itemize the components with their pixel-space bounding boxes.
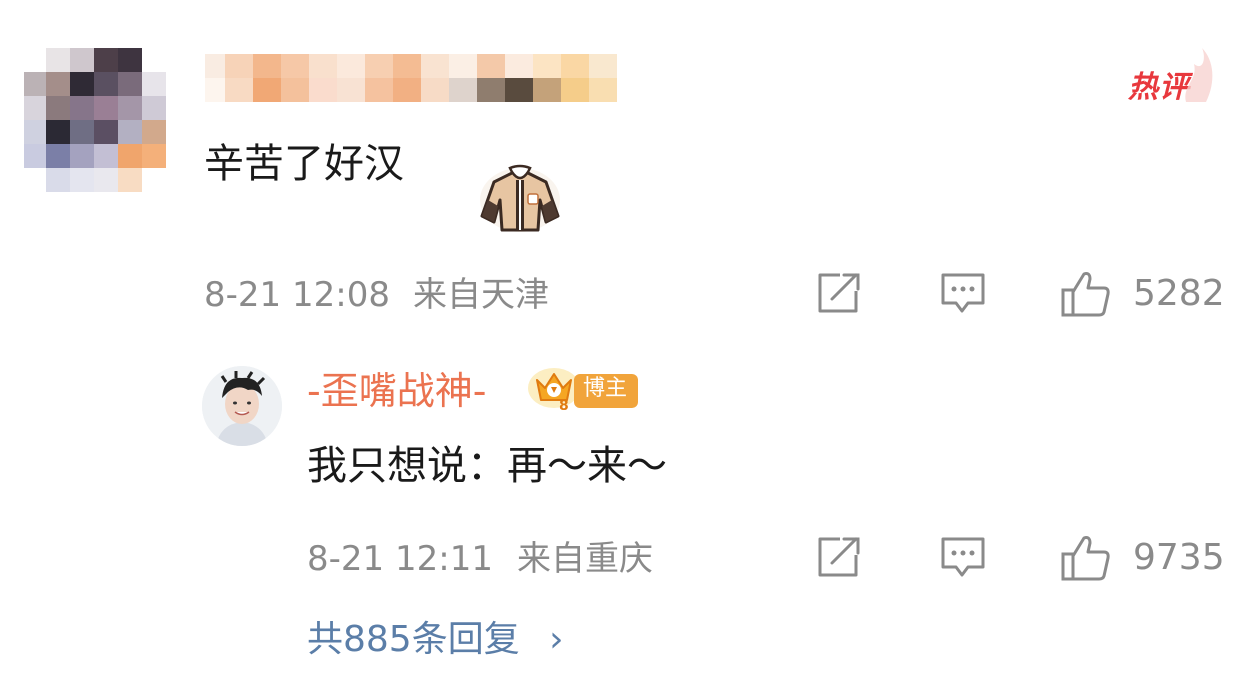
avatar[interactable] — [24, 48, 166, 192]
like-icon[interactable] — [1060, 270, 1112, 318]
reply-location: 来自重庆 — [517, 539, 653, 579]
like-icon[interactable] — [1060, 534, 1112, 582]
blogger-badge-label: 博主 — [583, 376, 628, 401]
reply-username[interactable]: -歪嘴战神- — [307, 372, 486, 410]
comment-location: 来自天津 — [413, 275, 549, 315]
more-replies-label: 共885条回复 — [307, 619, 520, 660]
comment-timestamp: 8-21 12:08 — [204, 275, 390, 315]
svg-text:8: 8 — [559, 398, 569, 414]
jacket-sticker-icon — [480, 164, 560, 232]
like-count: 9735 — [1133, 537, 1225, 578]
reply-icon[interactable] — [940, 536, 986, 580]
chevron-right-icon: › — [549, 619, 564, 660]
share-icon[interactable] — [816, 536, 862, 578]
like-count: 5282 — [1133, 273, 1225, 314]
reply-text: 我只想说：再～来～ — [307, 443, 667, 489]
share-icon[interactable] — [816, 272, 862, 314]
flame-icon — [1185, 48, 1213, 102]
reply-timestamp: 8-21 12:11 — [307, 539, 493, 579]
reply-avatar[interactable] — [202, 366, 282, 446]
comment-text: 辛苦了好汉 — [204, 141, 404, 187]
reply-icon[interactable] — [940, 272, 986, 316]
username-mosaic[interactable] — [205, 54, 625, 108]
more-replies-link[interactable]: 共885条回复 › — [307, 622, 564, 658]
person-avatar-icon — [202, 366, 282, 446]
